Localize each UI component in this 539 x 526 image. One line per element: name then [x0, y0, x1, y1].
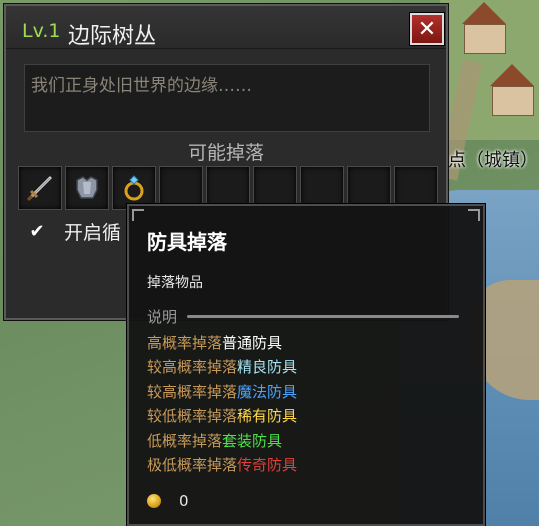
sword-icon: [26, 176, 52, 202]
drop-rate-item: 精良防具: [237, 358, 298, 377]
drop-rate-prefix: 极低概率掉落: [147, 455, 238, 474]
drop-rate-prefix: 较低概率掉落: [147, 407, 238, 426]
tooltip-subtitle: 掉落物品: [147, 275, 203, 291]
drop-slot-armor[interactable]: [65, 166, 109, 210]
loop-toggle-row: ✔ 开启循: [26, 218, 121, 245]
drop-rate-prefix: 低概率掉落: [147, 431, 223, 450]
drop-rate-line: 较低概率掉落稀有防具: [147, 405, 297, 429]
tooltip-corner: [132, 209, 144, 221]
close-button[interactable]: ✕: [410, 13, 444, 45]
tooltip-corner: [468, 209, 480, 221]
drop-rate-prefix: 高概率掉落: [147, 334, 223, 352]
drop-rate-line: 低概率掉落套装防具: [147, 430, 297, 454]
close-icon: ✕: [417, 16, 437, 42]
drop-rate-item: 套装防具: [222, 431, 283, 450]
drop-rate-line: 高概率掉落普通防具: [147, 332, 297, 356]
drop-rate-prefix: 较高概率掉落: [147, 358, 238, 377]
drop-rate-prefix: 较高概率掉落: [147, 382, 238, 401]
town-house[interactable]: [490, 64, 534, 116]
money-value: 0: [179, 492, 189, 510]
loop-checkbox[interactable]: ✔: [26, 221, 48, 243]
area-title: 边际树丛: [68, 24, 157, 49]
panel-header: Lv.1 边际树丛 ✕: [6, 6, 446, 49]
tooltip-title: 防具掉落: [147, 230, 227, 254]
checkmark-icon: ✔: [29, 221, 45, 242]
drop-rate-line: 较高概率掉落精良防具: [147, 356, 297, 380]
explain-row: 说明: [147, 306, 460, 327]
drop-rate-list: 高概率掉落普通防具 较高概率掉落精良防具 较高概率掉落魔法防具 较低概率掉落稀有…: [147, 332, 297, 478]
explain-label: 说明: [147, 308, 178, 326]
gold-coin-icon: [147, 494, 161, 508]
ring-icon: [124, 175, 144, 201]
drop-rate-line: 极低概率掉落传奇防具: [147, 454, 297, 478]
level-label: Lv.1: [22, 20, 61, 42]
money-row: 0: [147, 492, 189, 510]
drop-rate-item: 魔法防具: [237, 382, 298, 401]
drop-rate-item: 稀有防具: [237, 407, 298, 426]
town-house[interactable]: [462, 2, 506, 54]
drop-rate-item: 普通防具: [222, 334, 283, 352]
loop-label: 开启循: [64, 222, 122, 244]
drop-slot-weapon[interactable]: [18, 166, 62, 210]
town-label: 点（城镇）: [448, 150, 538, 171]
drop-rate-item: 传奇防具: [237, 455, 298, 474]
description-box: 我们正身处旧世界的边缘……: [24, 64, 430, 132]
possible-drops-title: 可能掉落: [187, 142, 264, 164]
drop-tooltip: 防具掉落 掉落物品 说明 高概率掉落普通防具 较高概率掉落精良防具 较高概率掉落…: [127, 204, 485, 526]
drop-rate-line: 较高概率掉落魔法防具: [147, 381, 297, 405]
divider: [187, 315, 460, 318]
armor-icon: [76, 176, 98, 199]
description-text: 我们正身处旧世界的边缘……: [31, 76, 252, 96]
